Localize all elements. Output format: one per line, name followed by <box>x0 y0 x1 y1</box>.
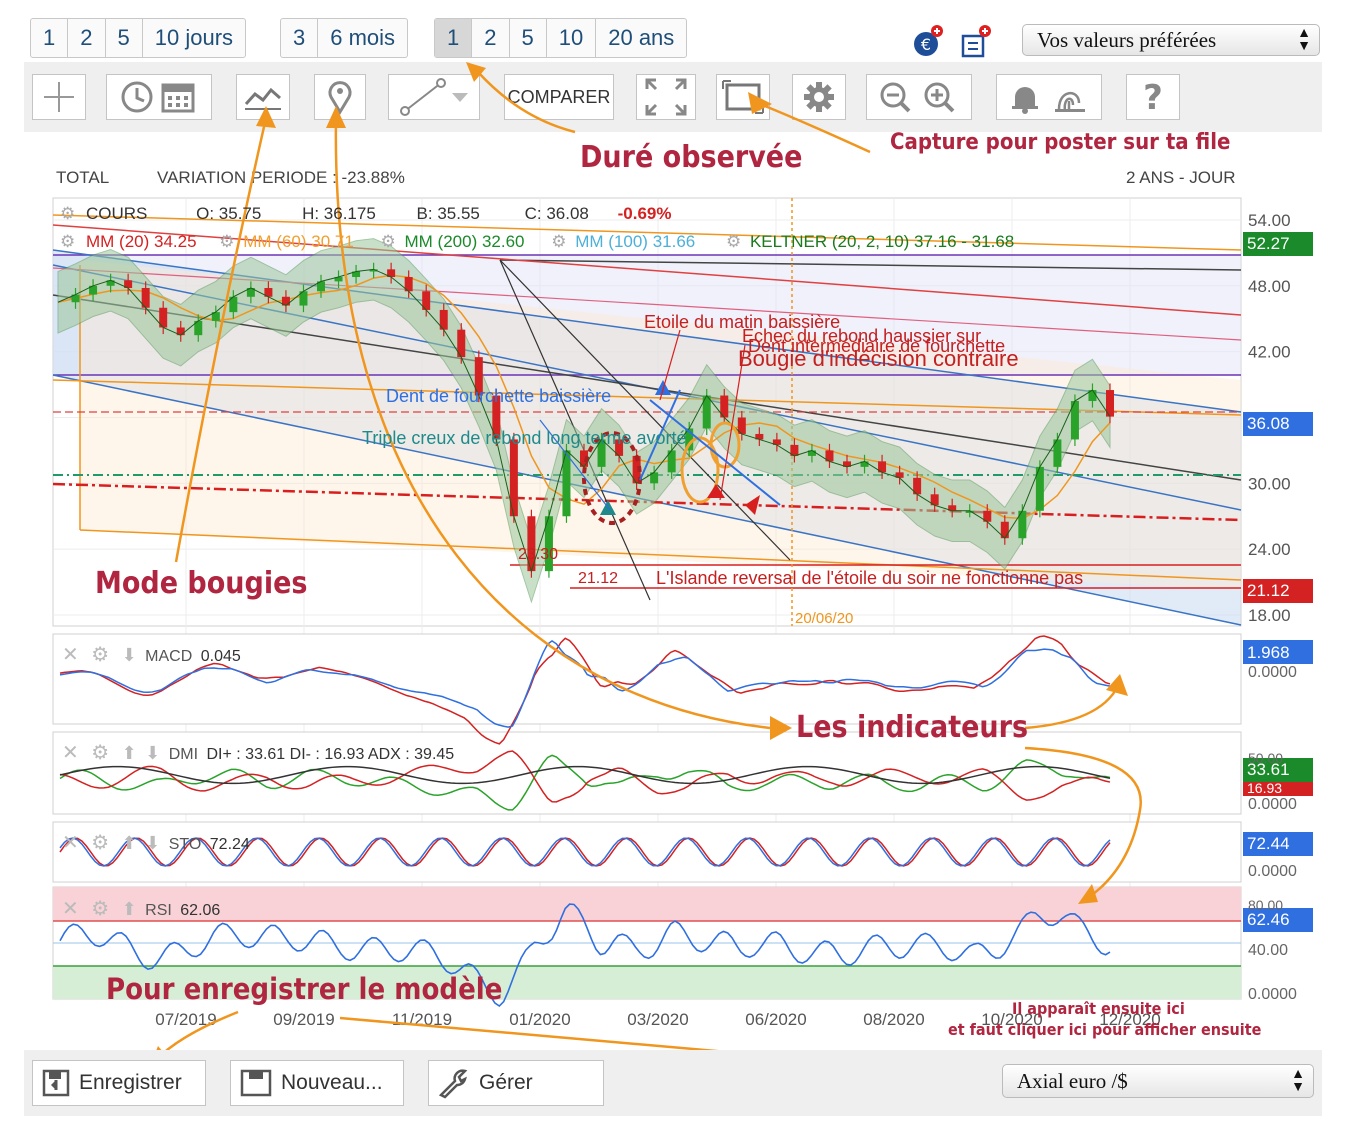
dmi-zero: 0.0000 <box>1248 796 1297 813</box>
badge-current: 36.08 <box>1247 414 1290 433</box>
legend-change: -0.69% <box>617 204 672 223</box>
legend-cours: COURS <box>85 204 148 223</box>
save-button[interactable]: Enregistrer <box>32 1060 206 1106</box>
arrow-down-icon[interactable]: ⬇ <box>145 743 160 763</box>
dmi-label-row: ✕ ⚙ ⬆ ⬇ DMI DI+ : 33.61 DI- : 16.93 ADX … <box>62 740 454 765</box>
annotation-island-reversal: L'Islande reversal de l'étoile du soir n… <box>656 568 1084 588</box>
dmi-badge-minus: 16.93 <box>1247 780 1283 796</box>
y-tick-label: 54.00 <box>1248 211 1291 230</box>
arrow-down-icon[interactable]: ⬇ <box>145 833 160 853</box>
sto-badge: 72.44 <box>1247 834 1290 853</box>
x-tick-label: 08/2020 <box>863 1010 924 1029</box>
manage-label: Gérer <box>479 1071 533 1094</box>
arrow-down-icon[interactable]: ⬇ <box>122 645 137 665</box>
wrench-icon <box>438 1069 468 1099</box>
sto-zero: 0.0000 <box>1248 863 1297 880</box>
legend-close: C: 36.08 <box>524 204 589 223</box>
manage-button[interactable]: Gérer <box>428 1060 604 1106</box>
model-select-value: Axial euro /$ <box>1017 1069 1128 1093</box>
badge-lower: 21.12 <box>1247 581 1290 600</box>
x-tick-label: 09/2019 <box>273 1010 334 1029</box>
y-tick-label: 30.00 <box>1248 474 1291 493</box>
dmi-badge-plus: 33.61 <box>1247 760 1290 779</box>
close-icon[interactable]: ✕ <box>62 644 79 666</box>
callout-duration: Duré observée <box>580 140 803 175</box>
arrow-up-icon[interactable]: ⬆ <box>122 743 137 763</box>
new-template-icon <box>240 1069 272 1097</box>
legend-low: B: 35.55 <box>416 204 480 223</box>
close-icon[interactable]: ✕ <box>62 898 79 920</box>
rsi-label-row: ✕ ⚙ ⬆ RSI 62.06 <box>62 896 220 921</box>
annotation-bearish-tooth: Dent de fourchette baissière <box>386 386 612 406</box>
macd-zero: 0.0000 <box>1248 664 1297 681</box>
annotation-triple-trough: Triple creux de rebond long terme avorté <box>362 428 687 448</box>
gear-icon[interactable]: ⚙ <box>91 898 109 920</box>
close-icon[interactable]: ✕ <box>62 742 79 764</box>
annotation-level-2112: 21.12 <box>578 570 619 587</box>
x-tick-label: 06/2020 <box>745 1010 806 1029</box>
new-button[interactable]: Nouveau... <box>230 1060 404 1106</box>
rsi-label: RSI <box>145 902 172 919</box>
legend-row-2: ⚙ MM (20) 34.25 ⚙ MM (60) 30.71 ⚙ MM (20… <box>60 232 1014 252</box>
callout-candles: Mode bougies <box>95 566 308 601</box>
callout-capture: Capture pour poster sur ta file <box>890 130 1231 155</box>
sto-label: STO <box>168 836 202 853</box>
macd-value: 0.045 <box>200 648 241 665</box>
arrow-up-icon[interactable]: ⬆ <box>122 899 137 919</box>
gear-icon[interactable]: ⚙ <box>726 232 741 251</box>
template-bar: Enregistrer Nouveau... Gérer Axial euro … <box>24 1050 1322 1116</box>
y-tick-label: 42.00 <box>1248 343 1291 362</box>
gear-icon[interactable]: ⚙ <box>60 204 75 223</box>
dmi-label: DMI <box>168 746 199 763</box>
x-tick-label: 01/2020 <box>509 1010 570 1029</box>
macd-badge: 1.968 <box>1247 643 1290 662</box>
save-icon <box>42 1069 70 1097</box>
new-label: Nouveau... <box>281 1071 383 1094</box>
y-tick-label: 48.00 <box>1248 277 1291 296</box>
legend-mm20: MM (20) 34.25 <box>85 232 197 251</box>
annotation-indecision: Bougie d'indécision contraire <box>738 346 1019 371</box>
gear-icon[interactable]: ⚙ <box>91 644 109 666</box>
close-icon[interactable]: ✕ <box>62 832 79 854</box>
rsi-mid: 40.00 <box>1248 942 1289 959</box>
gear-icon[interactable]: ⚙ <box>551 232 566 251</box>
callout-indicators: Les indicateurs <box>796 710 1029 745</box>
rsi-value: 62.06 <box>180 902 221 919</box>
rsi-zero: 0.0000 <box>1248 986 1297 1003</box>
gear-icon[interactable]: ⚙ <box>91 832 109 854</box>
rsi-overbought-zone <box>53 887 1241 921</box>
legend-mm100: MM (100) 31.66 <box>575 232 696 251</box>
annotation-date-marker: 20/06/20 <box>795 610 854 627</box>
dmi-value: DI+ : 33.61 DI- : 16.93 ADX : 39.45 <box>206 746 455 763</box>
legend-open: O: 35.75 <box>196 204 262 223</box>
legend-mm60: MM (60) 30.71 <box>243 232 354 251</box>
callout-save-model: Pour enregistrer le modèle <box>106 972 503 1006</box>
callout-click-here: et faut cliquer ici pour afficher ensuit… <box>948 1020 1262 1039</box>
gear-icon[interactable]: ⚙ <box>381 232 396 251</box>
legend-row-1: ⚙ COURS O: 35.75 H: 36.175 B: 35.55 C: 3… <box>60 204 671 224</box>
macd-label: MACD <box>145 648 193 665</box>
gear-icon[interactable]: ⚙ <box>60 232 75 251</box>
legend-keltner: KELTNER (20, 2, 10) 37.16 - 31.68 <box>749 232 1015 251</box>
y-tick-label: 18.00 <box>1248 606 1291 625</box>
select-arrows-icon: ▲ ▼ <box>1291 1067 1305 1095</box>
annotation-level-2330: 23.30 <box>518 546 559 563</box>
model-select[interactable]: Axial euro /$ ▲ ▼ <box>1002 1064 1314 1098</box>
callout-appears-here: Il apparaît ensuite ici <box>1012 999 1185 1018</box>
arrow-up-icon[interactable]: ⬆ <box>122 833 137 853</box>
y-tick-label: 24.00 <box>1248 540 1291 559</box>
badge-upper: 52.27 <box>1247 234 1290 253</box>
gear-icon[interactable]: ⚙ <box>91 742 109 764</box>
save-label: Enregistrer <box>79 1071 182 1094</box>
sto-label-row: ✕ ⚙ ⬆ ⬇ STO 72.24 <box>62 830 250 855</box>
rsi-badge: 62.46 <box>1247 910 1290 929</box>
x-tick-label: 03/2020 <box>627 1010 688 1029</box>
legend-high: H: 36.175 <box>302 204 376 223</box>
gear-icon[interactable]: ⚙ <box>219 232 234 251</box>
sto-value: 72.24 <box>209 836 250 853</box>
macd-label-row: ✕ ⚙ ⬇ MACD 0.045 <box>62 642 241 667</box>
legend-mm200: MM (200) 32.60 <box>404 232 525 251</box>
